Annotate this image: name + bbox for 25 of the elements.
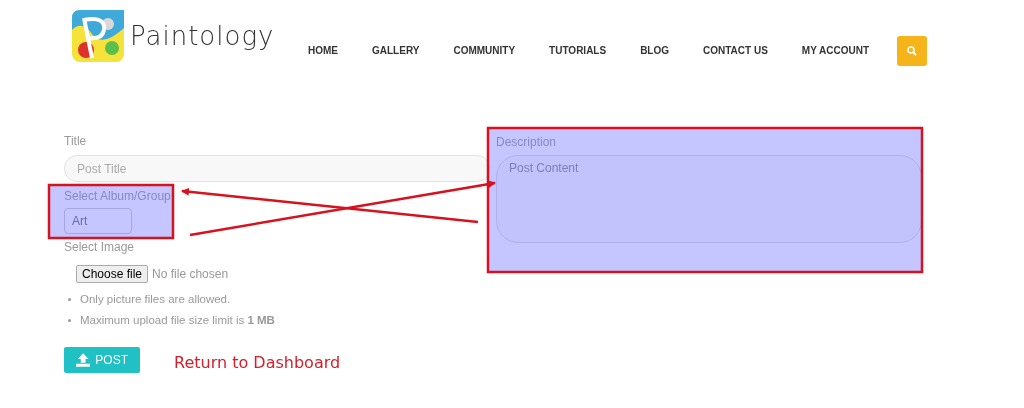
nav-link[interactable]: BLOG [640, 44, 670, 56]
nav-link[interactable]: MY ACCOUNT [801, 44, 870, 56]
field-label: Select Album/Group [64, 189, 172, 203]
description-field[interactable]: Post Content [496, 155, 922, 243]
return-link[interactable]: Return to Dashboard [174, 352, 341, 372]
nav-link[interactable]: COMMUNITY [453, 44, 516, 56]
title-field[interactable]: Post Title [64, 155, 490, 182]
search-button[interactable] [897, 36, 928, 66]
note-text: Only picture files are allowed. [80, 293, 231, 305]
search-icon [907, 46, 918, 56]
field-label: Select Image [64, 240, 136, 254]
logo-icon [72, 10, 124, 62]
choose-file-button[interactable]: Choose file [76, 265, 149, 283]
logo-text[interactable]: Paintology [130, 21, 275, 51]
nav-link[interactable]: CONTACT US [703, 44, 768, 56]
note-text: Maximum upload file size limit is 1 MB [80, 314, 275, 326]
field-label: Description [496, 135, 558, 149]
nav-link[interactable]: HOME [308, 44, 338, 56]
field-label: Title [64, 134, 88, 148]
file-status: No file chosen [152, 267, 229, 281]
bullet-icon [68, 297, 71, 301]
upload-icon [76, 353, 91, 367]
bullet-icon [68, 318, 71, 322]
nav-link[interactable]: TUTORIALS [549, 44, 607, 56]
nav-link[interactable]: GALLERY [372, 44, 420, 56]
